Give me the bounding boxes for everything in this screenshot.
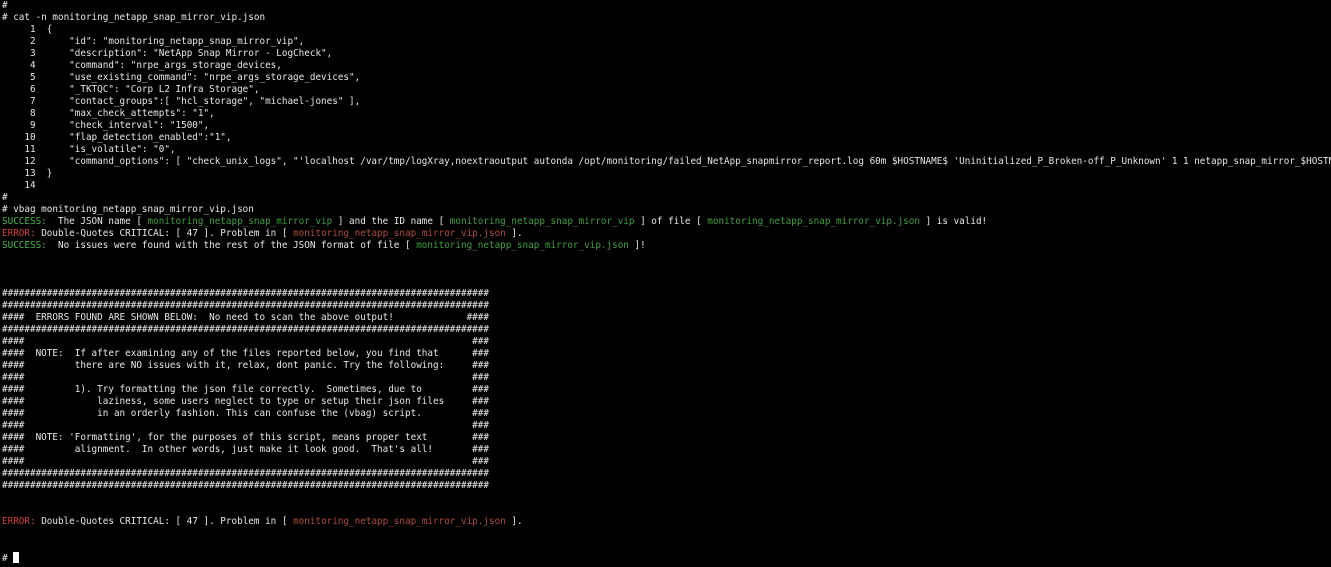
output-text: ] and the ID name [ — [332, 216, 450, 227]
error-label: ERROR: — [2, 516, 36, 527]
output-text: Double-Quotes CRITICAL: [ 47 ]. Problem … — [35, 516, 294, 527]
banner-line: #### NOTE: If after examining any of the… — [2, 348, 489, 359]
banner-line: ########################################… — [2, 324, 489, 335]
output-text: Double-Quotes CRITICAL: [ 47 ]. Problem … — [35, 228, 294, 239]
output-text: ] is valid! — [919, 216, 988, 227]
final-error-line: ERROR: Double-Quotes CRITICAL: [ 47 ]. P… — [2, 516, 1331, 528]
prompt-line[interactable]: # — [2, 552, 1331, 564]
terminal-line: 13 } — [2, 168, 53, 179]
banner-line: #### alignment. In other words, just mak… — [2, 444, 489, 455]
output-text: No issues were found with the rest of th… — [46, 240, 417, 251]
terminal-line: # — [2, 0, 8, 11]
json-name: monitoring_netapp_snap_mirror_vip — [147, 216, 333, 227]
id-name: monitoring_netapp_snap_mirror_vip — [449, 216, 635, 227]
file-name: monitoring_netapp_snap_mirror_vip.json — [293, 516, 506, 527]
error-line: ERROR: Double-Quotes CRITICAL: [ 47 ]. P… — [2, 228, 1331, 240]
terminal-line: 9 "check_interval": "1500", — [2, 120, 210, 131]
banner-line: #### ### — [2, 336, 489, 347]
terminal-line: 5 "use_existing_command": "nrpe_args_sto… — [2, 72, 361, 83]
banner-line: #### in an orderly fashion. This can con… — [2, 408, 489, 419]
output-text: ]! — [628, 240, 646, 251]
terminal-window[interactable]: # # cat -n monitoring_netapp_snap_mirror… — [0, 0, 1331, 567]
file-name: monitoring_netapp_snap_mirror_vip.json — [707, 216, 920, 227]
terminal-line: 2 "id": "monitoring_netapp_snap_mirror_v… — [2, 36, 305, 47]
success-line: SUCCESS: No issues were found with the r… — [2, 240, 1331, 252]
terminal-line: 10 "flap_detection_enabled":"1", — [2, 132, 232, 143]
success-label: SUCCESS: — [2, 216, 47, 227]
file-name: monitoring_netapp_snap_mirror_vip.json — [293, 228, 506, 239]
terminal-line: 6 "_TKTQC": "Corp L2 Infra Storage", — [2, 84, 260, 95]
shell-prompt: # — [2, 553, 14, 564]
banner-line: #### ERRORS FOUND ARE SHOWN BELOW: No ne… — [2, 312, 489, 323]
banner-line: ########################################… — [2, 468, 489, 479]
terminal-line: 8 "max_check_attempts": "1", — [2, 108, 215, 119]
terminal-line: 11 "is_volatile": "0", — [2, 144, 176, 155]
banner-line: #### ### — [2, 372, 489, 383]
terminal-line: 7 "contact_groups":[ "hcl_storage", "mic… — [2, 96, 361, 107]
terminal-line: # — [2, 192, 8, 203]
banner-line: #### 1). Try formatting the json file co… — [2, 384, 489, 395]
validation-output: SUCCESS: The JSON name [ monitoring_neta… — [2, 216, 1331, 252]
banner-line: #### ### — [2, 420, 489, 431]
banner-line: ########################################… — [2, 480, 489, 491]
terminal-line: 3 "description": "NetApp Snap Mirror - L… — [2, 48, 333, 59]
output-text: ]. — [505, 228, 523, 239]
banner-line: #### there are NO issues with it, relax,… — [2, 360, 489, 371]
output-text: The JSON name [ — [46, 216, 148, 227]
banner-line: #### laziness, some users neglect to typ… — [2, 396, 489, 407]
terminal-line: # vbag monitoring_netapp_snap_mirror_vip… — [2, 204, 254, 215]
command-output: # # cat -n monitoring_netapp_snap_mirror… — [2, 0, 1331, 216]
terminal-line: 12 "command_options": [ "check_unix_logs… — [2, 156, 1331, 167]
banner-line: #### NOTE: 'Formatting', for the purpose… — [2, 432, 489, 443]
output-text: ] of file [ — [634, 216, 708, 227]
banner-line: ########################################… — [2, 288, 489, 299]
output-text: ]. — [505, 516, 523, 527]
banner-line: ########################################… — [2, 300, 489, 311]
error-banner: ########################################… — [2, 288, 1331, 492]
error-label: ERROR: — [2, 228, 36, 239]
success-line: SUCCESS: The JSON name [ monitoring_neta… — [2, 216, 1331, 228]
success-label: SUCCESS: — [2, 240, 47, 251]
terminal-line: 1 { — [2, 24, 53, 35]
file-name: monitoring_netapp_snap_mirror_vip.json — [416, 240, 629, 251]
terminal-line: 4 "command": "nrpe_args_storage_devices, — [2, 60, 282, 71]
terminal-line: 14 — [2, 180, 36, 191]
text-cursor[interactable] — [13, 552, 20, 563]
banner-line: #### ### — [2, 456, 489, 467]
terminal-line: # cat -n monitoring_netapp_snap_mirror_v… — [2, 12, 266, 23]
